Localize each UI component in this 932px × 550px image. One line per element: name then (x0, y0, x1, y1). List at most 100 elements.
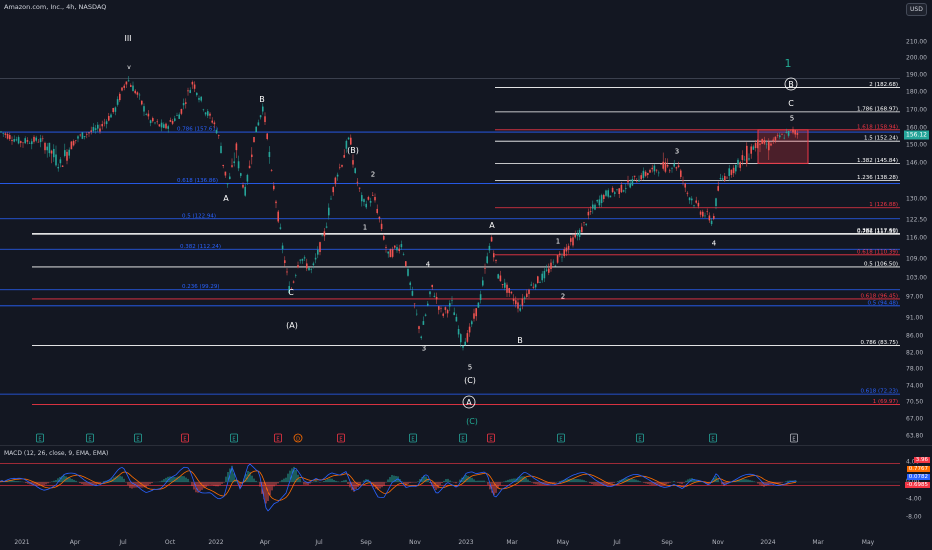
candle-body (121, 87, 123, 91)
candle-body (451, 300, 453, 301)
macd-histogram-bar (11, 480, 13, 482)
candle-body (640, 175, 642, 180)
candle-body (550, 262, 552, 269)
candle-body (589, 211, 592, 213)
candle-body (400, 244, 403, 248)
candle-body (605, 190, 607, 196)
macd-histogram-bar (277, 482, 279, 484)
macd-histogram-bar (379, 482, 381, 489)
candle-body (730, 169, 733, 175)
candle-body (497, 274, 499, 279)
macd-histogram-bar (529, 481, 531, 482)
macd-histogram-bar (439, 482, 441, 486)
macd-histogram-bar (455, 482, 457, 484)
macd-histogram-bar (225, 476, 227, 482)
candle-body (532, 286, 535, 288)
macd-histogram-bar (127, 482, 129, 486)
macd-histogram-bar (181, 476, 183, 482)
candle-body (358, 187, 361, 189)
macd-histogram-bar (327, 478, 329, 482)
candle-body (196, 92, 198, 96)
macd-pane[interactable] (0, 446, 900, 535)
macd-histogram-bar (73, 479, 75, 482)
candle-body (618, 188, 620, 195)
candle-body (691, 198, 693, 201)
macd-histogram-bar (75, 480, 77, 482)
macd-histogram-bar (535, 482, 537, 485)
macd-histogram-bar (347, 482, 349, 484)
candle-body (136, 92, 139, 95)
candle-body (642, 170, 645, 178)
macd-histogram-bar (391, 475, 393, 482)
candle-body (292, 281, 295, 283)
candle-body (277, 211, 279, 222)
candle-body (537, 276, 539, 283)
macd-histogram-bar (509, 479, 511, 482)
candle-body (20, 141, 22, 143)
candle-body (794, 130, 796, 135)
macd-histogram-bar (589, 482, 591, 484)
candle-body (653, 165, 656, 172)
candle-body (647, 173, 649, 175)
candle-body (37, 141, 40, 143)
fib-level-label: 0.786 (117.35) (857, 229, 898, 235)
candle-body (301, 258, 304, 261)
fib-level-label: 0.618 (110.39) (857, 249, 898, 255)
candle-body (565, 247, 568, 252)
candle-body (402, 254, 405, 255)
macd-histogram-bar (573, 478, 575, 482)
target-zone-box[interactable] (757, 129, 809, 164)
candle-body (211, 120, 213, 123)
macd-histogram-bar (251, 475, 253, 482)
event-marker-label: E (792, 437, 795, 443)
candle-body (726, 177, 728, 179)
candle-body (477, 302, 480, 308)
candle-body (114, 107, 117, 112)
price-tick-label: 91.00 (906, 314, 924, 322)
price-tick-label: 82.00 (906, 349, 924, 357)
macd-histogram-bar (333, 479, 335, 482)
candle-body (783, 137, 785, 139)
candle-body (171, 121, 174, 124)
candle-body (154, 122, 156, 124)
event-marker-label: E (38, 437, 41, 443)
macd-histogram-bar (281, 479, 283, 482)
fib-level-label: 0.5 (106.50) (864, 261, 898, 267)
candle-body (334, 177, 337, 184)
fib-level-label: 2 (182.68) (869, 82, 898, 88)
price-chart[interactable]: 0.786 (157.61) 0.618 (136.86) 0.5 (122.94)… (0, 0, 900, 445)
currency-button[interactable]: USD (906, 3, 927, 16)
time-tick-label: Apr (259, 539, 271, 546)
macd-histogram-bar (475, 480, 477, 482)
macd-histogram-bar (617, 480, 619, 482)
wave-label: C (288, 288, 294, 297)
wave-label: A (223, 194, 229, 203)
wave-label: III (124, 34, 131, 43)
macd-histogram-bar (481, 480, 483, 482)
fib-level-label: 0.382 (112.24) (180, 244, 221, 250)
candle-body (352, 160, 354, 165)
candle-body (600, 195, 603, 204)
macd-histogram-bar (205, 482, 207, 487)
candle-body (757, 139, 759, 149)
candle-body (398, 248, 400, 252)
candle-body (92, 126, 95, 132)
candle-body (385, 247, 387, 248)
macd-histogram-bar (507, 479, 509, 482)
macd-histogram-bar (25, 482, 27, 484)
candle-body (627, 180, 629, 183)
candle-body (266, 133, 268, 139)
fib-level-label: 0.786 (83.75) (860, 340, 898, 346)
candle-body (796, 133, 799, 135)
macd-histogram-bar (651, 482, 653, 485)
candle-body (328, 207, 330, 216)
candle-body (761, 138, 763, 144)
candle-body (471, 321, 473, 325)
macd-histogram-bar (345, 479, 347, 482)
macd-histogram-bar (787, 480, 789, 482)
candle-body (713, 215, 715, 219)
candle-body (666, 165, 669, 167)
macd-histogram-bar (389, 477, 391, 482)
candle-body (776, 135, 779, 136)
price-tick-label: 70.50 (906, 398, 924, 406)
